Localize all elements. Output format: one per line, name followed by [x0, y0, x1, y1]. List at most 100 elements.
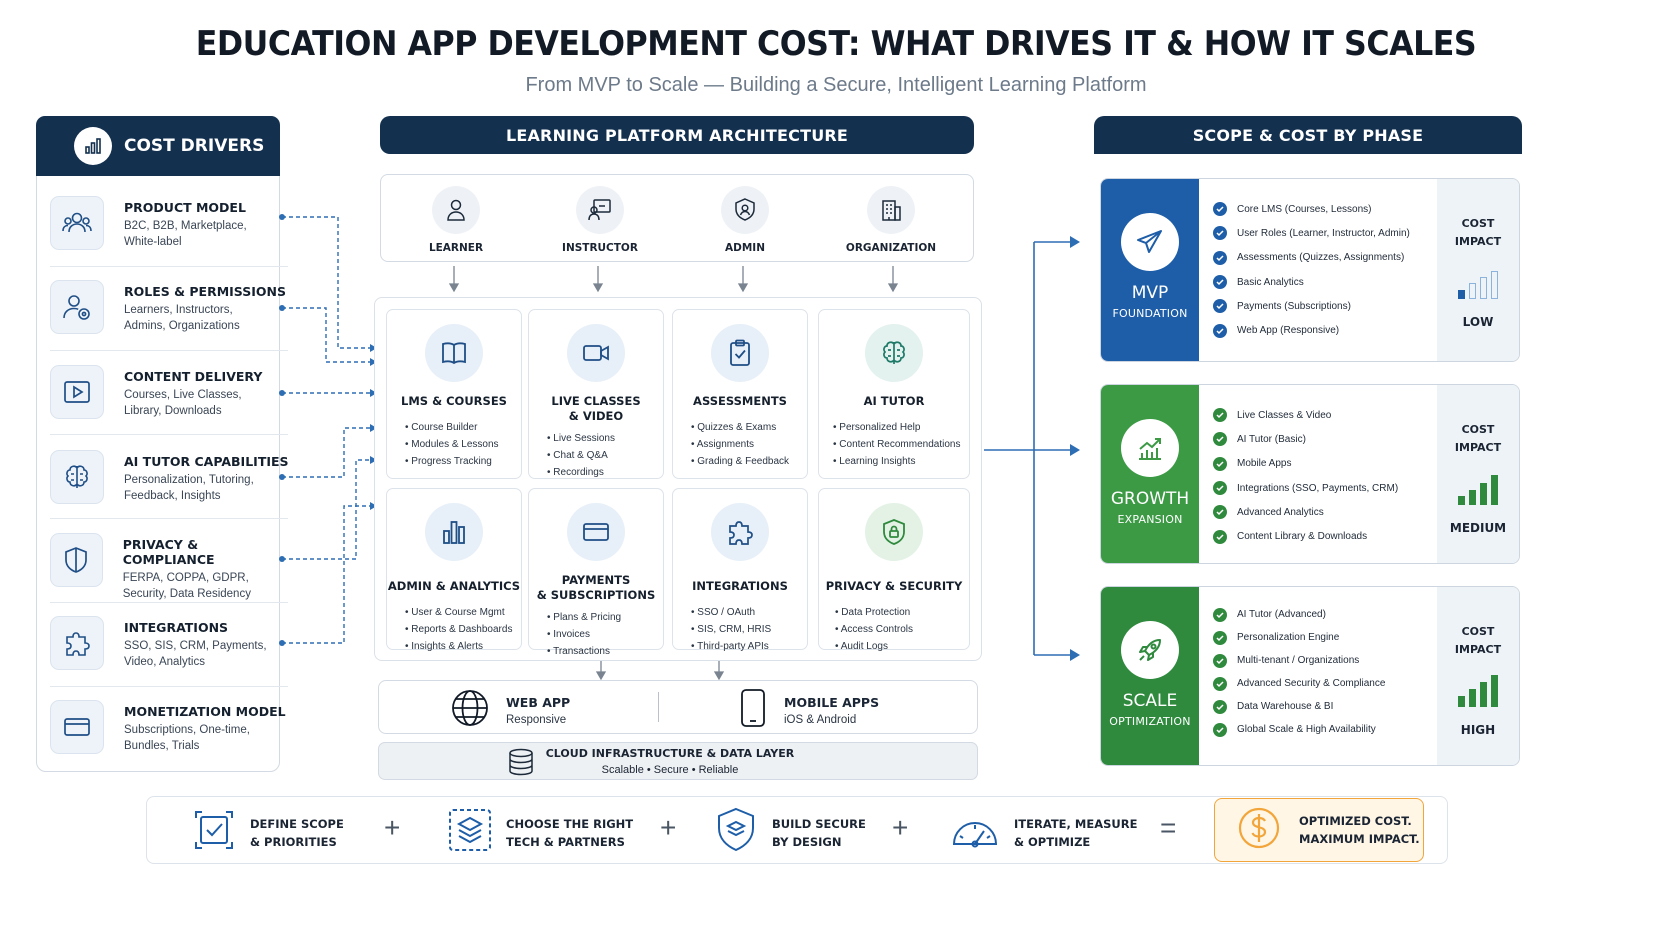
puzzle-icon [711, 503, 769, 561]
check-icon [1213, 299, 1227, 314]
step-define-scope: DEFINE SCOPE & PRIORITIES [192, 808, 344, 857]
check-icon [1213, 630, 1227, 645]
module-privacy-security[interactable]: PRIVACY & SECURITY Data ProtectionAccess… [818, 488, 970, 652]
module-feature: User & Course Mgmt [405, 604, 521, 621]
module-feature: Transactions [547, 643, 663, 660]
shield-layers-icon [714, 806, 758, 859]
step-text: & OPTIMIZE [1014, 834, 1091, 849]
dollar-icon [1237, 806, 1281, 855]
database-icon [508, 748, 534, 781]
check-icon [1213, 432, 1227, 447]
admin-icon [721, 186, 769, 234]
step-text: BY DESIGN [772, 834, 842, 849]
module-feature: Content Recommendations [833, 436, 969, 453]
phase-name: MVP [1131, 283, 1169, 303]
result-box: OPTIMIZED COST. MAXIMUM IMPACT. [1214, 798, 1424, 862]
module-feature: Personalized Help [833, 419, 969, 436]
check-icon [1213, 408, 1227, 423]
phase-feature: Basic Analytics [1213, 270, 1410, 294]
check-icon [1213, 529, 1227, 544]
phase-sub: EXPANSION [1117, 513, 1183, 526]
module-ai-tutor[interactable]: AI TUTOR Personalized HelpContent Recomm… [818, 309, 970, 479]
module-feature: Recordings [547, 464, 663, 481]
web-app-sub: Responsive [506, 714, 567, 726]
module-feature: Progress Tracking [405, 453, 521, 470]
check-icon [1213, 722, 1227, 737]
web-app-title: WEB APP [506, 695, 571, 710]
role-instructor[interactable]: INSTRUCTOR [550, 186, 650, 254]
check-icon [1213, 607, 1227, 622]
phase-feature: Web App (Responsive) [1213, 318, 1410, 342]
architecture-header: LEARNING PLATFORM ARCHITECTURE [380, 116, 974, 154]
step-text: ITERATE, MEASURE [1014, 816, 1138, 831]
cost-impact-bars [1437, 675, 1519, 707]
module-assessments[interactable]: ASSESSMENTS Quizzes & ExamsAssignmentsGr… [672, 309, 808, 479]
step-build-secure: BUILD SECURE BY DESIGN [714, 806, 866, 859]
infrastructure-sub: Scalable • Secure • Reliable [601, 764, 739, 776]
module-feature: Invoices [547, 626, 663, 643]
phase-name: SCALE [1122, 691, 1178, 711]
module-feature: Third-party APIs [691, 638, 807, 655]
module-title: & VIDEO [568, 409, 624, 423]
phase-feature: Payments (Subscriptions) [1213, 294, 1410, 318]
module-title: ASSESSMENTS [693, 394, 787, 408]
phase-feature: Mobile Apps [1213, 452, 1398, 476]
check-icon [1213, 481, 1227, 496]
equals-sign: = [1160, 812, 1177, 843]
role-admin[interactable]: ADMIN [695, 186, 795, 254]
module-feature: Live Sessions [547, 430, 663, 447]
analytics-bars-icon [425, 503, 483, 561]
phase-feature: Live Classes & Video [1213, 403, 1398, 427]
book-icon [425, 324, 483, 382]
divider [658, 692, 659, 722]
module-live-classes[interactable]: LIVE CLASSES& VIDEO Live SessionsChat & … [528, 309, 664, 479]
web-app[interactable]: WEB APP Responsive [450, 688, 570, 733]
mobile-apps[interactable]: MOBILE APPS iOS & Android [740, 688, 879, 733]
brain-icon [865, 324, 923, 382]
target-check-icon [192, 808, 236, 857]
step-text: CHOOSE THE RIGHT [506, 816, 634, 831]
module-lms-courses[interactable]: LMS & COURSES Course BuilderModules & Le… [386, 309, 522, 479]
cost-level: HIGH [1460, 723, 1496, 737]
module-admin-analytics[interactable]: ADMIN & ANALYTICS User & Course MgmtRepo… [386, 488, 522, 652]
instructor-icon [576, 186, 624, 234]
phase-sub: OPTIMIZATION [1109, 715, 1191, 728]
module-integrations[interactable]: INTEGRATIONS SSO / OAuthSIS, CRM, HRISTh… [672, 488, 808, 652]
module-feature: Grading & Feedback [691, 453, 807, 470]
module-feature: SIS, CRM, HRIS [691, 621, 807, 638]
check-icon [1213, 226, 1227, 241]
video-icon [567, 324, 625, 382]
phase-scale[interactable]: SCALE OPTIMIZATION AI Tutor (Advanced) P… [1100, 586, 1520, 766]
cost-label: COST [1461, 217, 1495, 230]
role-learner[interactable]: LEARNER [406, 186, 506, 254]
check-icon [1213, 456, 1227, 471]
role-label: LEARNER [428, 242, 484, 254]
module-feature: Audit Logs [835, 638, 969, 655]
role-label: INSTRUCTOR [562, 242, 638, 254]
role-organization[interactable]: ORGANIZATION [841, 186, 941, 254]
cost-impact-bars [1437, 475, 1519, 505]
paper-plane-icon [1121, 213, 1179, 271]
module-payments[interactable]: PAYMENTS& SUBSCRIPTIONS Plans & PricingI… [528, 488, 664, 657]
cost-label: IMPACT [1454, 235, 1502, 248]
growth-chart-icon [1121, 419, 1179, 477]
module-feature: Access Controls [835, 621, 969, 638]
phase-growth[interactable]: GROWTH EXPANSION Live Classes & Video AI… [1100, 384, 1520, 564]
phase-mvp[interactable]: MVP FOUNDATION Core LMS (Courses, Lesson… [1100, 178, 1520, 362]
cost-label: COST [1461, 423, 1495, 436]
step-text: & PRIORITIES [250, 834, 337, 849]
module-feature: Course Builder [405, 419, 521, 436]
phase-feature: Core LMS (Courses, Lessons) [1213, 197, 1410, 221]
phase-name: GROWTH [1110, 489, 1190, 509]
mobile-apps-sub: iOS & Android [784, 714, 857, 726]
gauge-icon [950, 808, 1000, 857]
module-feature: Chat & Q&A [547, 447, 663, 464]
mobile-apps-title: MOBILE APPS [784, 695, 880, 710]
check-icon [1213, 505, 1227, 520]
step-text: BUILD SECURE [772, 816, 866, 831]
cost-label: IMPACT [1454, 441, 1502, 454]
cost-impact-bars [1437, 269, 1519, 299]
role-label: ADMIN [725, 242, 765, 254]
module-title: LMS & COURSES [401, 394, 507, 408]
cost-label: IMPACT [1454, 643, 1502, 656]
